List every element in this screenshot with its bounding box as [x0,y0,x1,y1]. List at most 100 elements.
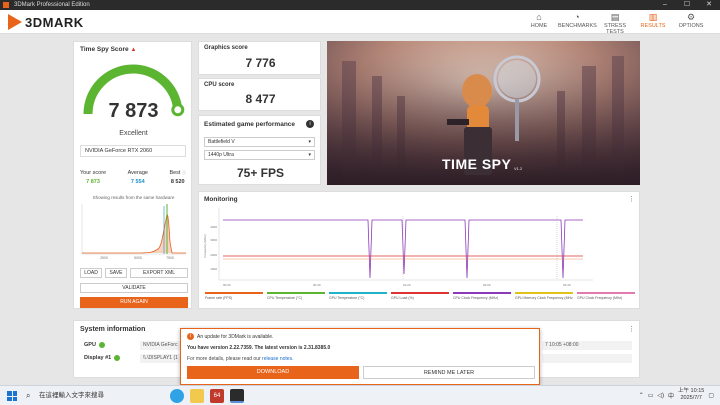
taskbar-search[interactable]: ⌕ 在這裡輸入文字來搜尋 [23,389,163,403]
chart-y-label: Frequency (MHz) [203,234,207,257]
legend-item[interactable]: Frame rate (FPS) [205,292,263,300]
hero-title: TIME SPY [442,156,512,172]
chart-x-tick: 00:00 [223,283,231,287]
maximize-button[interactable]: ☐ [676,0,698,10]
histogram-note: Showing results from the same hardware [92,195,175,200]
chart-x-tick: 01:20 [403,283,411,287]
chart-y-tick: 3000 [210,238,217,242]
nav-stress-tests[interactable]: ▤ STRESS TESTS [596,12,634,35]
notifications-icon[interactable]: ▢ [708,392,714,399]
legend-item[interactable]: CPU Temperature (°C) [267,292,325,300]
legend-item[interactable]: GPU Memory Clock Frequency (MHz) [515,292,573,300]
sys-display-label: Display #1 [84,355,112,361]
cpu-score-label: CPU score [204,82,235,88]
nav-label: BENCHMARKS [558,23,597,29]
run-again-button[interactable]: RUN AGAIN [80,297,188,308]
home-icon: ⌂ [536,12,542,22]
chevron-up-icon[interactable]: ⌃ [639,392,644,399]
results-icon: ▥ [648,12,658,22]
score-verdict: Excellent [119,130,148,137]
start-button[interactable] [7,391,17,401]
cpu-score-card: CPU score 8 477 [198,78,321,111]
resolution-select[interactable]: 1440p Ultra ▾ [204,150,315,160]
windows-taskbar: ⌕ 在這裡輸入文字來搜尋 64 ⌃ ▭ ◁) 中 上午 10:15 2025/7… [0,385,720,405]
taskbar-search-placeholder: 在這裡輸入文字來搜尋 [39,392,104,399]
edge-icon[interactable] [170,389,184,403]
hist-tick: 7500 [166,256,174,260]
chevron-down-icon: ▾ [308,152,311,158]
logo-mark-icon [8,14,22,30]
export-xml-button[interactable]: EXPORT XML [130,268,188,278]
app-64-icon[interactable]: 64 [210,389,224,403]
sys-gpu-label: GPU [84,342,96,348]
file-explorer-icon[interactable] [190,389,204,403]
chart-y-tick: 2000 [210,253,217,257]
stress-icon: ▤ [610,12,620,22]
hist-tick: 5000 [134,256,142,260]
check-icon [98,342,105,348]
hero-version: V1.2 [514,166,523,171]
update-title: An update for 3DMark is available. [197,334,274,340]
score-histogram: 2500 5000 7500 [81,204,186,260]
graphics-score-label: Graphics score [204,45,248,51]
sys-time-value: 7 10:05 +08:00 [542,341,632,350]
game-select[interactable]: Battlefield V ▾ [204,137,315,147]
info-icon: i [187,333,194,340]
ime-indicator[interactable]: 中 [668,391,674,400]
close-button[interactable]: ✕ [698,0,720,10]
best-stat: Best ⓘ 8 520 [169,170,186,185]
sys-display-value: \\.\DISPLAY1 (1 [140,354,180,363]
check-icon [114,355,121,361]
gear-icon: ⚙ [686,12,696,22]
gpu-name-box: NVIDIA GeForce RTX 2060 [80,145,186,157]
hist-tick: 2500 [100,256,108,260]
clock-date: 2025/7/7 [680,395,702,401]
nav-results[interactable]: ▥ RESULTS [634,12,672,35]
3dmark-logo: 3DMARK [8,13,84,31]
graphics-score-card: Graphics score 7 776 [198,41,321,75]
chart-y-tick: 4000 [210,225,217,229]
monitoring-title: Monitoring [204,196,238,203]
nav-benchmarks[interactable]: ◔ BENCHMARKS [558,12,597,35]
load-button[interactable]: LOAD [80,268,102,278]
your-score-label: Your score [80,170,107,176]
nav-home[interactable]: ⌂ HOME [520,12,558,35]
game-performance-card: Estimated game performance i Battlefield… [198,115,321,185]
average-label: Average [127,170,148,176]
legend-item[interactable]: CPU Clock Frequency (MHz) [453,292,511,300]
update-dialog: i An update for 3DMark is available. You… [180,328,540,385]
chart-y-tick: 1000 [210,267,217,271]
search-icon: ⌕ [26,391,31,400]
3dmark-taskbar-icon[interactable] [230,389,244,403]
volume-icon[interactable]: ◁) [657,392,664,399]
gauge-icon: ◔ [574,12,580,22]
time-spy-hero-image: TIME SPY V1.2 [327,41,640,185]
minimize-button[interactable]: – [654,0,676,10]
chart-x-tick: 02:00 [483,283,491,287]
legend-item[interactable]: GPU Temperature (°C) [329,292,387,300]
nav-label: STRESS TESTS [603,23,626,35]
cpu-score-value: 8 477 [245,92,276,106]
top-nav: 3DMARK ⌂ HOME ◔ BENCHMARKS ▤ STRESS TESTS ▥… [0,10,720,35]
remind-me-later-button[interactable]: REMIND ME LATER [363,366,535,379]
your-score-stat: Your score 7 873 [80,170,106,185]
sys-blank-cell [542,354,632,363]
save-button[interactable]: SAVE [105,268,127,278]
best-value: 8 520 [170,179,185,185]
more-options-icon[interactable]: ⋮ [628,325,635,333]
sys-gpu-value: NVIDIA GeForc [140,341,180,350]
network-icon[interactable]: ▭ [648,392,654,399]
chart-x-tick: 02:40 [563,283,571,287]
legend-item[interactable]: GPU Load (%) [391,292,449,300]
legend-item[interactable]: GPU Clock Frequency (MHz) [577,292,635,300]
more-options-icon[interactable]: ⋮ [628,195,635,203]
monitoring-card: Monitoring ⋮ Frequency (MHz) 4000 3000 2… [198,191,640,309]
release-notes-link[interactable]: release notes. [262,356,293,362]
nav-options[interactable]: ⚙ OPTIONS [672,12,710,35]
chevron-down-icon: ▾ [308,139,311,145]
resolution-select-value: 1440p Ultra [208,152,234,158]
taskbar-clock[interactable]: 上午 10:15 2025/7/7 [678,388,704,402]
download-button[interactable]: DOWNLOAD [187,366,359,379]
validate-button[interactable]: VALIDATE [80,283,188,293]
info-icon[interactable]: i [306,120,314,128]
